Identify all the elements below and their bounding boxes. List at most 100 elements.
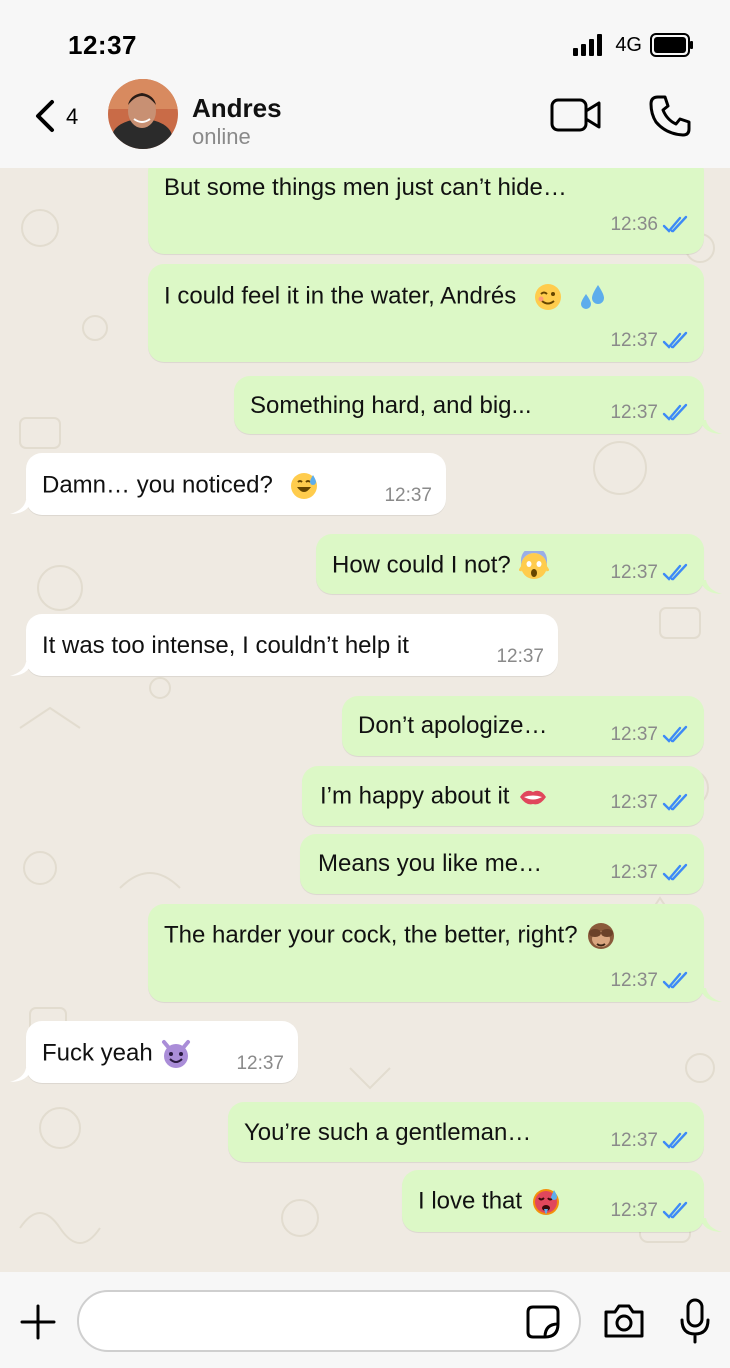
bubble-tail (10, 500, 32, 514)
message-meta: 12:37 (610, 970, 690, 992)
message-meta: 12:37 (610, 1130, 690, 1152)
read-receipt-icon (662, 215, 688, 233)
smiling-devil-emoji-icon (162, 1040, 191, 1068)
biting-lip-emoji-icon (520, 790, 547, 805)
message-outgoing[interactable]: I could feel it in the water, Andrés 12:… (148, 264, 704, 362)
read-receipt-icon (662, 1131, 688, 1149)
message-meta: 12:37 (610, 562, 690, 584)
message-time: 12:37 (610, 970, 658, 991)
message-meta: 12:37 (610, 724, 690, 746)
message-text-content: I’m happy about it (320, 782, 510, 810)
message-text: It was too intense, I couldn’t help it (42, 632, 409, 659)
see-no-evil-monkey-emoji-icon (588, 923, 615, 949)
message-text: You’re such a gentleman… (244, 1119, 532, 1146)
message-incoming[interactable]: Damn… you noticed? 12:37 (26, 453, 446, 515)
camera-icon[interactable] (602, 1302, 646, 1340)
signal-icon (573, 34, 603, 56)
message-outgoing[interactable]: Means you like me… 12:37 (300, 834, 704, 894)
bubble-tail (700, 1218, 722, 1232)
message-outgoing[interactable]: How could I not? 12:37 (316, 534, 704, 594)
message-outgoing[interactable]: The harder your cock, the better, right?… (148, 904, 704, 1002)
message-time: 12:37 (610, 562, 658, 583)
grinning-sweat-face-emoji-icon (291, 473, 318, 499)
message-time: 12:37 (610, 792, 658, 813)
message-meta: 12:37 (610, 402, 690, 424)
message-text-content: The harder your cock, the better, right? (164, 921, 578, 949)
message-text: How could I not? (332, 551, 550, 581)
header: 12:37 4G 4 Andres online (0, 0, 730, 168)
message-incoming[interactable]: Fuck yeah 12:37 (26, 1021, 298, 1083)
screaming-face-emoji-icon (519, 551, 550, 579)
read-receipt-icon (662, 331, 688, 349)
message-input[interactable] (77, 1290, 581, 1352)
message-text: Means you like me… (318, 850, 543, 877)
network-type: 4G (615, 33, 642, 56)
message-text: I’m happy about it (320, 782, 548, 812)
message-text: Don’t apologize… (358, 712, 548, 739)
message-time: 12:37 (610, 1130, 658, 1151)
message-outgoing[interactable]: I’m happy about it 12:37 (302, 766, 704, 826)
droplets-emoji-icon (580, 285, 604, 309)
message-time: 12:37 (496, 646, 544, 667)
read-receipt-icon (662, 793, 688, 811)
read-receipt-icon (662, 863, 688, 881)
read-receipt-icon (662, 403, 688, 421)
battery-icon (650, 33, 693, 57)
message-text-content: I love that (418, 1187, 523, 1215)
unread-count[interactable]: 4 (66, 104, 78, 130)
message-meta: 12:37 (236, 1053, 284, 1075)
message-text-content: I could feel it in the water, Andrés (164, 282, 517, 310)
message-meta: 12:36 (610, 214, 690, 236)
composer-bar (0, 1272, 730, 1368)
message-outgoing[interactable]: Don’t apologize… 12:37 (342, 696, 704, 756)
bubble-tail (10, 662, 32, 676)
plus-icon[interactable] (20, 1304, 56, 1340)
message-text: I love that (418, 1187, 561, 1217)
message-time: 12:37 (384, 485, 432, 506)
message-outgoing[interactable]: You’re such a gentleman… 12:37 (228, 1102, 704, 1162)
message-text-content: Fuck yeah (42, 1039, 153, 1067)
message-time: 12:37 (610, 330, 658, 351)
message-text: Damn… you noticed? (42, 471, 319, 501)
message-outgoing[interactable]: I love that 12:37 (402, 1170, 704, 1232)
message-time: 12:37 (610, 862, 658, 883)
message-meta: 12:37 (610, 330, 690, 352)
message-outgoing[interactable]: Something hard, and big... 12:37 (234, 376, 704, 434)
contact-name[interactable]: Andres (192, 93, 282, 124)
status-time: 12:37 (68, 30, 137, 60)
bubble-tail (10, 1068, 32, 1082)
message-text: Fuck yeah (42, 1039, 191, 1069)
read-receipt-icon (662, 1201, 688, 1219)
message-meta: 12:37 (496, 646, 544, 668)
message-incoming[interactable]: It was too intense, I couldn’t help it 1… (26, 614, 558, 676)
chat-area[interactable]: But some things men just can’t hide… 12:… (0, 168, 730, 1272)
sticker-icon[interactable] (525, 1304, 561, 1340)
bubble-tail (700, 988, 722, 1002)
read-receipt-icon (662, 971, 688, 989)
message-meta: 12:37 (610, 1200, 690, 1222)
bubble-tail (700, 580, 722, 594)
read-receipt-icon (662, 725, 688, 743)
read-receipt-icon (662, 563, 688, 581)
chat-screen: 12:37 4G 4 Andres online But some things… (0, 0, 730, 1368)
message-meta: 12:37 (610, 862, 690, 884)
status-indicators: 4G (573, 32, 694, 58)
microphone-icon[interactable] (678, 1298, 712, 1344)
video-call-icon[interactable] (550, 98, 602, 132)
message-text: But some things men just can’t hide… (164, 174, 567, 201)
message-time: 12:37 (610, 402, 658, 423)
message-text-content: Damn… you noticed? (42, 471, 273, 499)
winking-face-emoji-icon (534, 284, 561, 310)
back-chevron-icon[interactable] (28, 96, 68, 136)
message-text: I could feel it in the water, Andrés (164, 282, 608, 312)
phone-call-icon[interactable] (648, 94, 692, 138)
contact-status: online (192, 124, 251, 149)
message-text-content: How could I not? (332, 551, 511, 579)
message-meta: 12:37 (610, 792, 690, 814)
message-time: 12:36 (610, 214, 658, 235)
avatar[interactable] (108, 79, 178, 149)
message-outgoing[interactable]: But some things men just can’t hide… 12:… (148, 168, 704, 254)
message-time: 12:37 (610, 724, 658, 745)
message-text: The harder your cock, the better, right? (164, 921, 616, 951)
hot-face-emoji-icon (532, 1189, 559, 1215)
